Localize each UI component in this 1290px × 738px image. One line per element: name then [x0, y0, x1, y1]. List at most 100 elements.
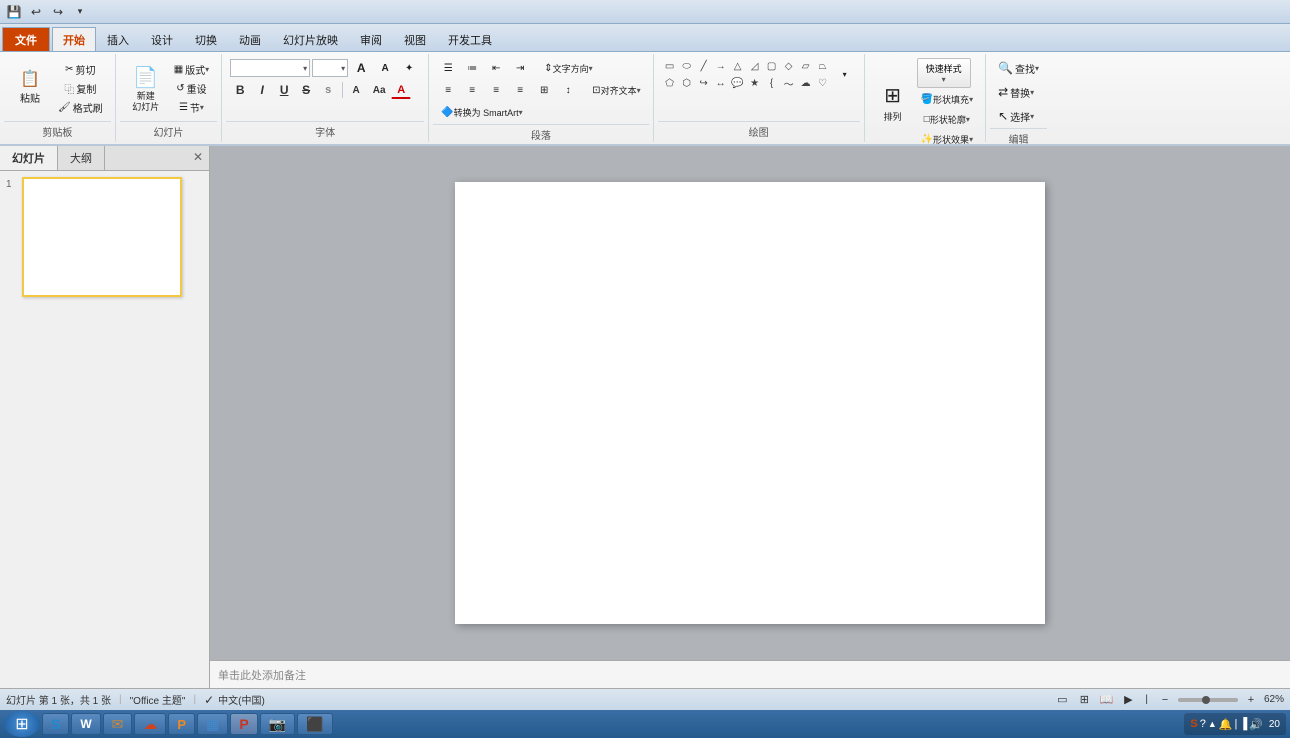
- zoom-slider[interactable]: [1178, 698, 1238, 702]
- shape-star[interactable]: ★: [747, 75, 763, 91]
- shape-double-arrow[interactable]: ↔: [713, 75, 729, 91]
- font-shrink-button[interactable]: A: [374, 59, 396, 77]
- taskbar-app-media[interactable]: ▦: [197, 713, 228, 735]
- cut-button[interactable]: ✂ 剪切: [54, 61, 107, 79]
- tab-insert[interactable]: 插入: [96, 27, 140, 51]
- shape-oval[interactable]: ⬭: [679, 58, 695, 74]
- tab-view[interactable]: 视图: [393, 27, 437, 51]
- customize-quick-access-button[interactable]: ▾: [70, 2, 90, 22]
- taskbar-app-sogou[interactable]: S: [42, 713, 69, 735]
- normal-view-button[interactable]: ▭: [1053, 692, 1071, 708]
- align-right-button[interactable]: ≡: [485, 81, 507, 99]
- clear-format-button[interactable]: ✦: [398, 59, 420, 77]
- tab-transitions[interactable]: 切换: [184, 27, 228, 51]
- shape-parallelogram[interactable]: ▱: [798, 58, 814, 74]
- column-layout-button[interactable]: ⊞: [533, 81, 555, 99]
- text-direction-button[interactable]: ⇕ 文字方向 ▾: [540, 59, 596, 77]
- arrange-button[interactable]: ⊞ 排列: [873, 76, 913, 130]
- shapes-dropdown-button[interactable]: ▾: [834, 68, 856, 82]
- save-button[interactable]: 💾: [4, 2, 24, 22]
- justify-button[interactable]: ≡: [509, 81, 531, 99]
- shape-round-rect[interactable]: ▢: [764, 58, 780, 74]
- shape-triangle[interactable]: △: [730, 58, 746, 74]
- tray-chevron-icon[interactable]: ▲: [1208, 719, 1217, 729]
- copy-button[interactable]: ⿻ 复制: [54, 80, 107, 98]
- numbers-button[interactable]: ≔: [461, 59, 483, 77]
- tab-review[interactable]: 审阅: [349, 27, 393, 51]
- taskbar-app-pps[interactable]: P: [168, 713, 195, 735]
- shape-rect[interactable]: ▭: [662, 58, 678, 74]
- shadow-button[interactable]: s: [318, 81, 338, 99]
- shape-cloud[interactable]: ☁: [798, 75, 814, 91]
- shape-fill-button[interactable]: 🪣 形状填充 ▾: [917, 90, 977, 108]
- slide-canvas[interactable]: [455, 182, 1045, 624]
- shape-brace[interactable]: {: [764, 75, 780, 91]
- underline-button[interactable]: U: [274, 81, 294, 99]
- shape-heart[interactable]: ♡: [815, 75, 831, 91]
- font-name-selector[interactable]: ▾: [230, 59, 310, 77]
- replace-button[interactable]: ⇄ 替换 ▾: [994, 82, 1038, 102]
- shape-curved-arrow[interactable]: ↪: [696, 75, 712, 91]
- bold-button[interactable]: B: [230, 81, 250, 99]
- taskbar-app-dark[interactable]: ⬛: [297, 713, 332, 735]
- shape-line[interactable]: ╱: [696, 58, 712, 74]
- taskbar-app-cloud[interactable]: ☁: [134, 713, 166, 735]
- tab-slides[interactable]: 幻灯片: [0, 146, 58, 170]
- line-spacing-button[interactable]: ↕: [557, 81, 579, 99]
- undo-button[interactable]: ↩: [26, 2, 46, 22]
- slide-thumbnail-1[interactable]: 1: [4, 175, 205, 299]
- shape-trapezoid[interactable]: ⏢: [815, 58, 831, 74]
- zoom-in-button[interactable]: +: [1242, 692, 1260, 708]
- tab-design[interactable]: 设计: [140, 27, 184, 51]
- shape-outline-button[interactable]: □ 形状轮廓 ▾: [917, 110, 977, 128]
- shape-wave[interactable]: 〜: [781, 75, 797, 91]
- shape-arrow[interactable]: →: [713, 58, 729, 74]
- font-color-button[interactable]: A: [391, 81, 411, 99]
- taskbar-app-ppt[interactable]: P: [230, 713, 257, 735]
- tab-animations[interactable]: 动画: [228, 27, 272, 51]
- new-slide-button[interactable]: 📄 新建幻灯片: [124, 61, 168, 117]
- shape-pentagon[interactable]: ⬠: [662, 75, 678, 91]
- paste-button[interactable]: 📋 粘贴: [8, 61, 52, 117]
- close-panel-button[interactable]: ✕: [187, 146, 209, 170]
- start-button[interactable]: ⊞: [4, 711, 40, 737]
- inc-indent-button[interactable]: ⇥: [509, 59, 531, 77]
- shape-diamond[interactable]: ◇: [781, 58, 797, 74]
- layout-button[interactable]: ▦ 版式 ▾: [170, 61, 213, 79]
- shape-rtriangle[interactable]: ◿: [747, 58, 763, 74]
- tab-outline[interactable]: 大纲: [58, 146, 105, 170]
- case-button[interactable]: Aa: [369, 81, 389, 99]
- taskbar-app-mail[interactable]: ✉: [103, 713, 133, 735]
- convert-smartart-button[interactable]: 🔷 转换为 SmartArt ▾: [437, 103, 526, 121]
- tab-slideshow[interactable]: 幻灯片放映: [272, 27, 349, 51]
- shape-hexagon[interactable]: ⬡: [679, 75, 695, 91]
- reset-button[interactable]: ↺ 重设: [170, 80, 213, 98]
- char-spacing-button[interactable]: A: [347, 81, 367, 99]
- align-center-button[interactable]: ≡: [461, 81, 483, 99]
- section-button[interactable]: ☰ 节 ▾: [170, 99, 213, 117]
- font-grow-button[interactable]: A: [350, 59, 372, 77]
- slideshow-view-button[interactable]: ▶: [1119, 692, 1137, 708]
- align-text-button[interactable]: ⊡ 对齐文本 ▾: [588, 81, 644, 99]
- select-button[interactable]: ↖ 选择 ▾: [994, 106, 1038, 126]
- reading-view-button[interactable]: 📖: [1097, 692, 1115, 708]
- taskbar-app-word[interactable]: W: [71, 713, 100, 735]
- notes-area[interactable]: 单击此处添加备注: [210, 660, 1290, 688]
- tab-home[interactable]: 开始: [52, 27, 96, 51]
- zoom-out-button[interactable]: −: [1156, 692, 1174, 708]
- strikethrough-button[interactable]: S: [296, 81, 316, 99]
- shape-callout[interactable]: 💬: [730, 75, 746, 91]
- tab-developer[interactable]: 开发工具: [437, 27, 503, 51]
- dec-indent-button[interactable]: ⇤: [485, 59, 507, 77]
- bullets-button[interactable]: ☰: [437, 59, 459, 77]
- quick-styles-button[interactable]: 快速样式 ▾: [917, 58, 971, 88]
- redo-button[interactable]: ↪: [48, 2, 68, 22]
- find-button[interactable]: 🔍 查找 ▾: [994, 58, 1043, 78]
- italic-button[interactable]: I: [252, 81, 272, 99]
- font-size-selector[interactable]: ▾: [312, 59, 348, 77]
- align-left-button[interactable]: ≡: [437, 81, 459, 99]
- slide-sorter-button[interactable]: ⊞: [1075, 692, 1093, 708]
- taskbar-app-capture[interactable]: 📷: [260, 713, 295, 735]
- format-painter-button[interactable]: 🖌 格式刷: [54, 99, 107, 117]
- tab-file[interactable]: 文件: [2, 27, 50, 51]
